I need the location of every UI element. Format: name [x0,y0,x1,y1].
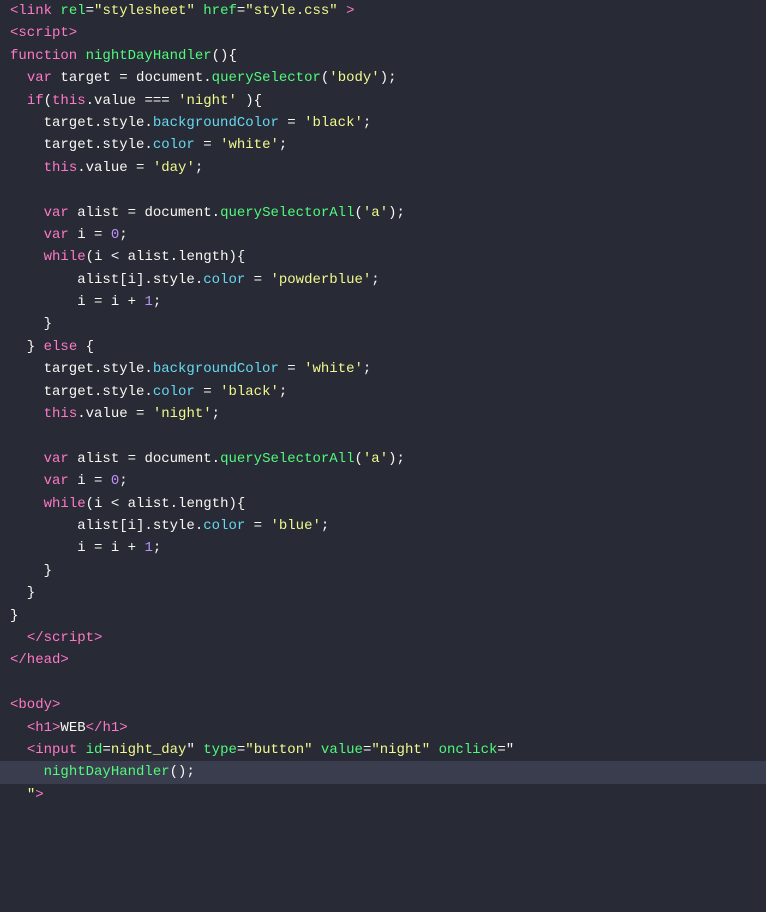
code-line: var target = document.querySelector('bod… [0,67,766,89]
code-editor: <link rel="stylesheet" href="style.css" … [0,0,766,912]
code-line: alist[i].style.color = 'blue'; [0,515,766,537]
code-line: target.style.backgroundColor = 'white'; [0,358,766,380]
code-line: this.value = 'night'; [0,403,766,425]
code-line: function nightDayHandler(){ [0,45,766,67]
code-line: while(i < alist.length){ [0,246,766,268]
code-line: "> [0,784,766,806]
code-line: target.style.backgroundColor = 'black'; [0,112,766,134]
code-line: i = i + 1; [0,291,766,313]
code-line: } [0,605,766,627]
code-line: i = i + 1; [0,537,766,559]
code-line: target.style.color = 'white'; [0,134,766,156]
code-line: } [0,560,766,582]
code-line: } else { [0,336,766,358]
code-line [0,179,766,201]
code-line: <link rel="stylesheet" href="style.css" … [0,0,766,22]
code-line: this.value = 'day'; [0,157,766,179]
code-line [0,425,766,447]
code-line-highlighted: nightDayHandler(); [0,761,766,783]
code-line: <script> [0,22,766,44]
code-line: if(this.value === 'night' ){ [0,90,766,112]
code-line: alist[i].style.color = 'powderblue'; [0,269,766,291]
code-line: <body> [0,694,766,716]
code-line: } [0,313,766,335]
code-line: var alist = document.querySelectorAll('a… [0,448,766,470]
code-line: <h1>WEB</h1> [0,717,766,739]
code-line: var i = 0; [0,224,766,246]
code-line: </head> [0,649,766,671]
code-line: while(i < alist.length){ [0,493,766,515]
code-line: </script> [0,627,766,649]
code-line: <input id=night_day" type="button" value… [0,739,766,761]
code-line [0,672,766,694]
code-line: var i = 0; [0,470,766,492]
code-line: } [0,582,766,604]
code-line: var alist = document.querySelectorAll('a… [0,202,766,224]
code-line: target.style.color = 'black'; [0,381,766,403]
